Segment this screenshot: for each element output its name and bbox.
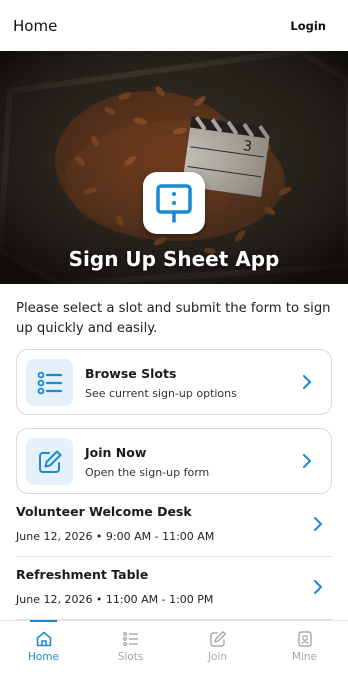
pencil-icon (209, 631, 226, 647)
chevron-right-icon (303, 454, 311, 468)
slot-title: Refreshment Table (16, 567, 149, 582)
list-icon (122, 631, 138, 647)
tab-home[interactable]: Home (0, 620, 87, 688)
tab-label: Mine (291, 651, 318, 663)
tab-mine[interactable]: Mine (261, 621, 348, 688)
card-subtitle: Open the sign-up form (85, 466, 210, 479)
slot-list-item[interactable]: Volunteer Welcome Desk June 12, 2026 • 9… (16, 495, 332, 557)
list-icon (26, 359, 73, 406)
login-button[interactable]: Login (290, 19, 326, 33)
card-subtitle: See current sign-up options (85, 387, 237, 400)
join-now-card[interactable]: Join Now Open the sign-up form (16, 428, 332, 494)
tab-label: Slots (117, 651, 144, 663)
card-title: Browse Slots (85, 366, 177, 381)
tab-join[interactable]: Join (174, 621, 261, 688)
hero-title: Sign Up Sheet App (68, 247, 280, 271)
pencil-icon (26, 438, 73, 485)
app-logo-easel-icon (143, 172, 205, 234)
top-bar: Home Login (0, 0, 348, 51)
card-title: Join Now (85, 445, 147, 460)
chevron-right-icon (314, 580, 322, 594)
slot-list-item[interactable]: Refreshment Table June 12, 2026 • 11:00 … (16, 558, 332, 620)
slot-time: June 12, 2026 • 11:00 AM - 1:00 PM (16, 593, 214, 606)
chevron-right-icon (303, 375, 311, 389)
page-title: Home (13, 16, 58, 35)
intro-text: Please select a slot and submit the form… (16, 301, 331, 336)
slot-title: Volunteer Welcome Desk (16, 504, 192, 519)
bottom-tab-bar: Home Slots Join Mine (0, 620, 348, 688)
tab-slots[interactable]: Slots (87, 621, 174, 688)
badge-icon (297, 631, 312, 647)
home-icon (36, 631, 51, 647)
chevron-right-icon (314, 517, 322, 531)
tab-label: Join (207, 651, 228, 663)
slot-time: June 12, 2026 • 9:00 AM - 11:00 AM (16, 530, 215, 543)
tab-label: Home (27, 651, 59, 663)
hero-banner: 3 Sign Up Sheet App (0, 51, 348, 284)
browse-slots-card[interactable]: Browse Slots See current sign-up options (16, 349, 332, 415)
